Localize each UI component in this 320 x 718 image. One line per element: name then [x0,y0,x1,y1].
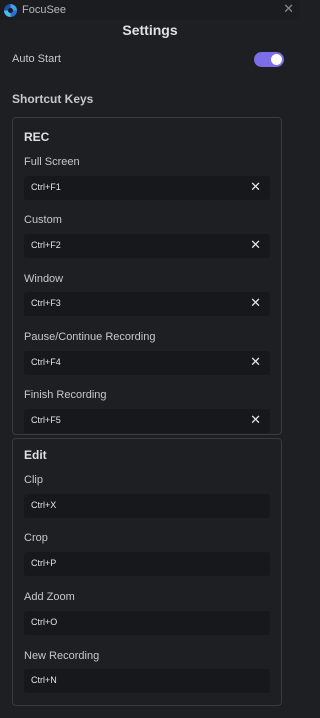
app-name: FocuSee [22,4,67,16]
close-icon[interactable]: ✕ [250,354,261,370]
shortcut-field-finish-recording[interactable]: Ctrl+F5 ✕ [24,409,270,433]
shortcut-field-full-screen[interactable]: Ctrl+F1 ✕ [24,176,270,200]
toggle-knob [271,54,282,65]
shortcut-keys-heading: Shortcut Keys [12,92,94,106]
shortcut-label-crop: Crop [24,532,48,544]
shortcut-key-value: Ctrl+F5 [31,415,61,425]
edit-panel-title: Edit [24,448,47,462]
close-icon[interactable]: ✕ [250,237,261,253]
shortcut-field-add-zoom[interactable]: Ctrl+O [24,611,270,635]
title-bar: FocuSee ✕ [0,0,300,20]
shortcut-key-value: Ctrl+P [31,558,57,568]
shortcut-label-window: Window [24,273,64,285]
page-title: Settings [122,22,178,38]
shortcut-key-value: Ctrl+N [31,675,57,685]
shortcut-key-value: Ctrl+F3 [31,298,61,308]
shortcut-key-value: Ctrl+O [31,617,58,627]
shortcut-field-crop[interactable]: Ctrl+P [24,552,270,576]
shortcut-label-clip: Clip [24,474,43,486]
auto-start-label: Auto Start [12,53,61,65]
shortcut-label-finish-recording: Finish Recording [24,389,107,401]
rec-panel-title: REC [24,130,50,144]
shortcut-label-pause-continue: Pause/Continue Recording [24,331,156,343]
close-icon[interactable]: ✕ [250,412,261,428]
close-icon[interactable]: ✕ [250,295,261,311]
shortcut-key-value: Ctrl+F1 [31,182,61,192]
app-logo-icon [4,4,17,17]
shortcut-label-new-recording: New Recording [24,650,100,662]
shortcut-field-pause-continue[interactable]: Ctrl+F4 ✕ [24,351,270,375]
shortcut-label-add-zoom: Add Zoom [24,591,75,603]
shortcut-label-full-screen: Full Screen [24,156,80,168]
shortcut-field-clip[interactable]: Ctrl+X [24,494,270,518]
shortcut-key-value: Ctrl+F2 [31,240,61,250]
window-close-icon[interactable]: ✕ [283,1,294,17]
shortcut-label-custom: Custom [24,214,62,226]
shortcut-key-value: Ctrl+F4 [31,357,61,367]
close-icon[interactable]: ✕ [250,179,261,195]
shortcut-field-new-recording[interactable]: Ctrl+N [24,669,270,693]
shortcut-field-window[interactable]: Ctrl+F3 ✕ [24,292,270,316]
shortcut-key-value: Ctrl+X [31,500,57,510]
shortcut-field-custom[interactable]: Ctrl+F2 ✕ [24,234,270,258]
auto-start-toggle[interactable] [254,52,284,67]
